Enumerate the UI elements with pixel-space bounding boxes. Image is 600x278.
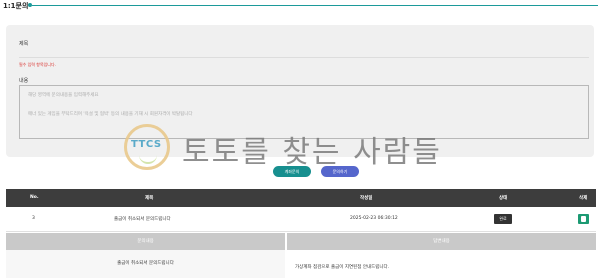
table-header: No. 제목 작성일 상태 삭제 xyxy=(6,189,596,207)
submit-inquiry-button[interactable]: 문의하기 xyxy=(321,166,359,177)
page-title: 1:1문의 xyxy=(3,2,29,10)
logo-text: TTCS xyxy=(131,139,162,150)
question-content: 출금이 취소되서 문의드립니다 xyxy=(6,250,285,278)
answer-header: 답변내용 xyxy=(287,233,596,250)
watermark: TTCS 토토를 찾는 사람들 xyxy=(124,124,484,170)
row-date: 2025-02-23 06:30:12 xyxy=(350,216,398,221)
watermark-text: 토토를 찾는 사람들 xyxy=(182,135,442,170)
subject-label: 제목 xyxy=(19,41,29,47)
inquiry-account-button[interactable]: 계좌문의 xyxy=(273,166,311,177)
header-title: 제목 xyxy=(145,196,154,201)
header-delete: 삭제 xyxy=(579,196,588,201)
row-no: 3 xyxy=(32,216,35,221)
table-row[interactable]: 3 출금이 취소되서 문의드립니다 2025-02-23 06:30:12 완료 xyxy=(6,207,596,232)
smile-icon xyxy=(139,154,157,164)
content-label: 내용 xyxy=(19,78,29,84)
status-badge: 완료 xyxy=(494,214,512,224)
content-placeholder-line2: 매너 있는 게임을 부탁드리며 '욕설 및 협박' 등의 내용을 기재 시 회원… xyxy=(28,112,193,117)
page-header: 1:1문의 xyxy=(0,0,600,12)
header-date: 작성일 xyxy=(360,196,373,201)
header-no: No. xyxy=(30,195,39,200)
answer-content: 가상계좌 점검으로 출금이 지연된점 안내드립니다. xyxy=(287,250,596,278)
content-placeholder-line1: 해당 영역에 문의내용을 입력해주세요 xyxy=(28,93,99,98)
title-divider xyxy=(32,5,598,6)
delete-button[interactable] xyxy=(578,214,589,224)
header-status: 상태 xyxy=(499,196,508,201)
question-header: 문의내용 xyxy=(6,233,285,250)
required-message: 필수 입력 항목입니다. xyxy=(19,62,56,67)
answer-text: 가상계좌 점검으로 출금이 지연된점 안내드립니다. xyxy=(295,265,390,270)
ttcs-logo-icon: TTCS xyxy=(124,124,170,170)
row-title[interactable]: 출금이 취소되서 문의드립니다 xyxy=(114,216,171,222)
trash-icon xyxy=(581,216,586,222)
subject-input[interactable] xyxy=(19,57,589,58)
